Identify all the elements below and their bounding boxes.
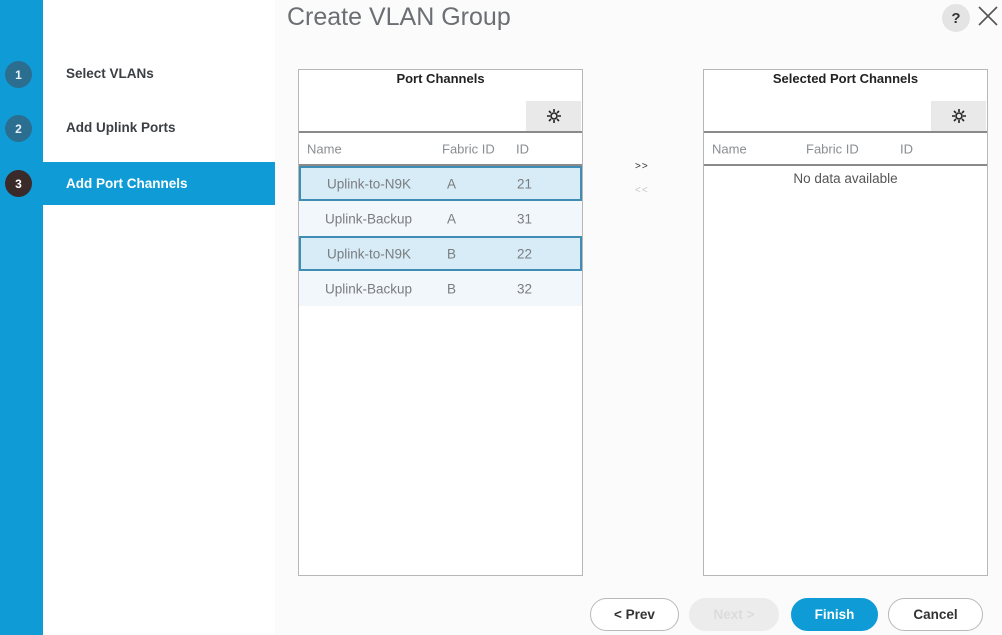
step-add-uplink-ports[interactable]: Add Uplink Ports — [43, 106, 275, 149]
column-header-name[interactable]: Name — [307, 141, 342, 156]
cell-id: 31 — [517, 211, 533, 226]
column-header-id[interactable]: ID — [900, 141, 913, 156]
help-button[interactable]: ? — [942, 4, 970, 32]
table-settings-button[interactable] — [526, 101, 581, 131]
table-title: Port Channels — [396, 71, 485, 86]
dialog-title: Create VLAN Group — [287, 3, 511, 31]
next-button[interactable]: Next > — [689, 598, 779, 631]
column-header-id[interactable]: ID — [516, 141, 529, 156]
table-row[interactable]: Uplink-Backup B 32 — [299, 271, 582, 306]
cell-id: 22 — [517, 246, 533, 261]
cell-name: Uplink-Backup — [325, 211, 413, 226]
selected-port-channels-table: Selected Port Channels Name Fabric ID ID… — [703, 69, 988, 576]
cell-fabric-id: A — [447, 176, 457, 191]
cell-name: Uplink-Backup — [325, 281, 413, 296]
add-selected-button[interactable]: >> — [635, 161, 649, 172]
cell-fabric-id: B — [447, 246, 457, 261]
finish-button[interactable]: Finish — [791, 598, 878, 631]
column-header-fabric-id[interactable]: Fabric ID — [806, 141, 859, 156]
gear-icon — [951, 109, 966, 123]
cell-fabric-id: B — [447, 281, 457, 296]
port-channels-table: Port Channels Name Fabric ID ID Uplink-t… — [298, 69, 583, 576]
cell-name: Uplink-to-N9K — [327, 176, 412, 191]
step-label: Add Uplink Ports — [66, 120, 176, 135]
table-header: Name Fabric ID ID — [299, 131, 582, 166]
prev-button[interactable]: < Prev — [590, 598, 679, 631]
gear-icon — [546, 109, 561, 123]
cell-fabric-id: A — [447, 211, 457, 226]
table-row[interactable]: Uplink-Backup A 31 — [299, 201, 582, 236]
empty-state-text: No data available — [793, 171, 898, 186]
help-icon: ? — [951, 9, 961, 27]
remove-selected-button[interactable]: << — [635, 185, 649, 196]
cell-id: 32 — [517, 281, 533, 296]
cell-id: 21 — [517, 176, 533, 191]
table-title: Selected Port Channels — [772, 71, 919, 86]
column-header-name[interactable]: Name — [712, 141, 747, 156]
step-add-port-channels[interactable]: Add Port Channels — [43, 162, 275, 205]
table-row[interactable]: Uplink-to-N9K B 22 — [299, 236, 582, 271]
column-header-fabric-id[interactable]: Fabric ID — [442, 141, 495, 156]
step-number-badge: 1 — [5, 61, 32, 88]
close-icon — [978, 6, 998, 26]
close-button[interactable] — [976, 4, 1000, 28]
table-row[interactable]: Uplink-to-N9K A 21 — [299, 166, 582, 201]
wizard-rail — [0, 0, 43, 635]
step-label: Add Port Channels — [66, 176, 188, 191]
cancel-button[interactable]: Cancel — [888, 598, 983, 631]
step-select-vlans[interactable]: Select VLANs — [43, 52, 275, 95]
table-settings-button[interactable] — [931, 101, 986, 131]
step-label: Select VLANs — [66, 66, 154, 81]
step-number-badge: 3 — [5, 170, 32, 197]
cell-name: Uplink-to-N9K — [327, 246, 412, 261]
step-number-badge: 2 — [5, 115, 32, 142]
wizard-steps: Select VLANs Add Uplink Ports Add Port C… — [43, 0, 275, 635]
table-header: Name Fabric ID ID — [704, 131, 987, 166]
